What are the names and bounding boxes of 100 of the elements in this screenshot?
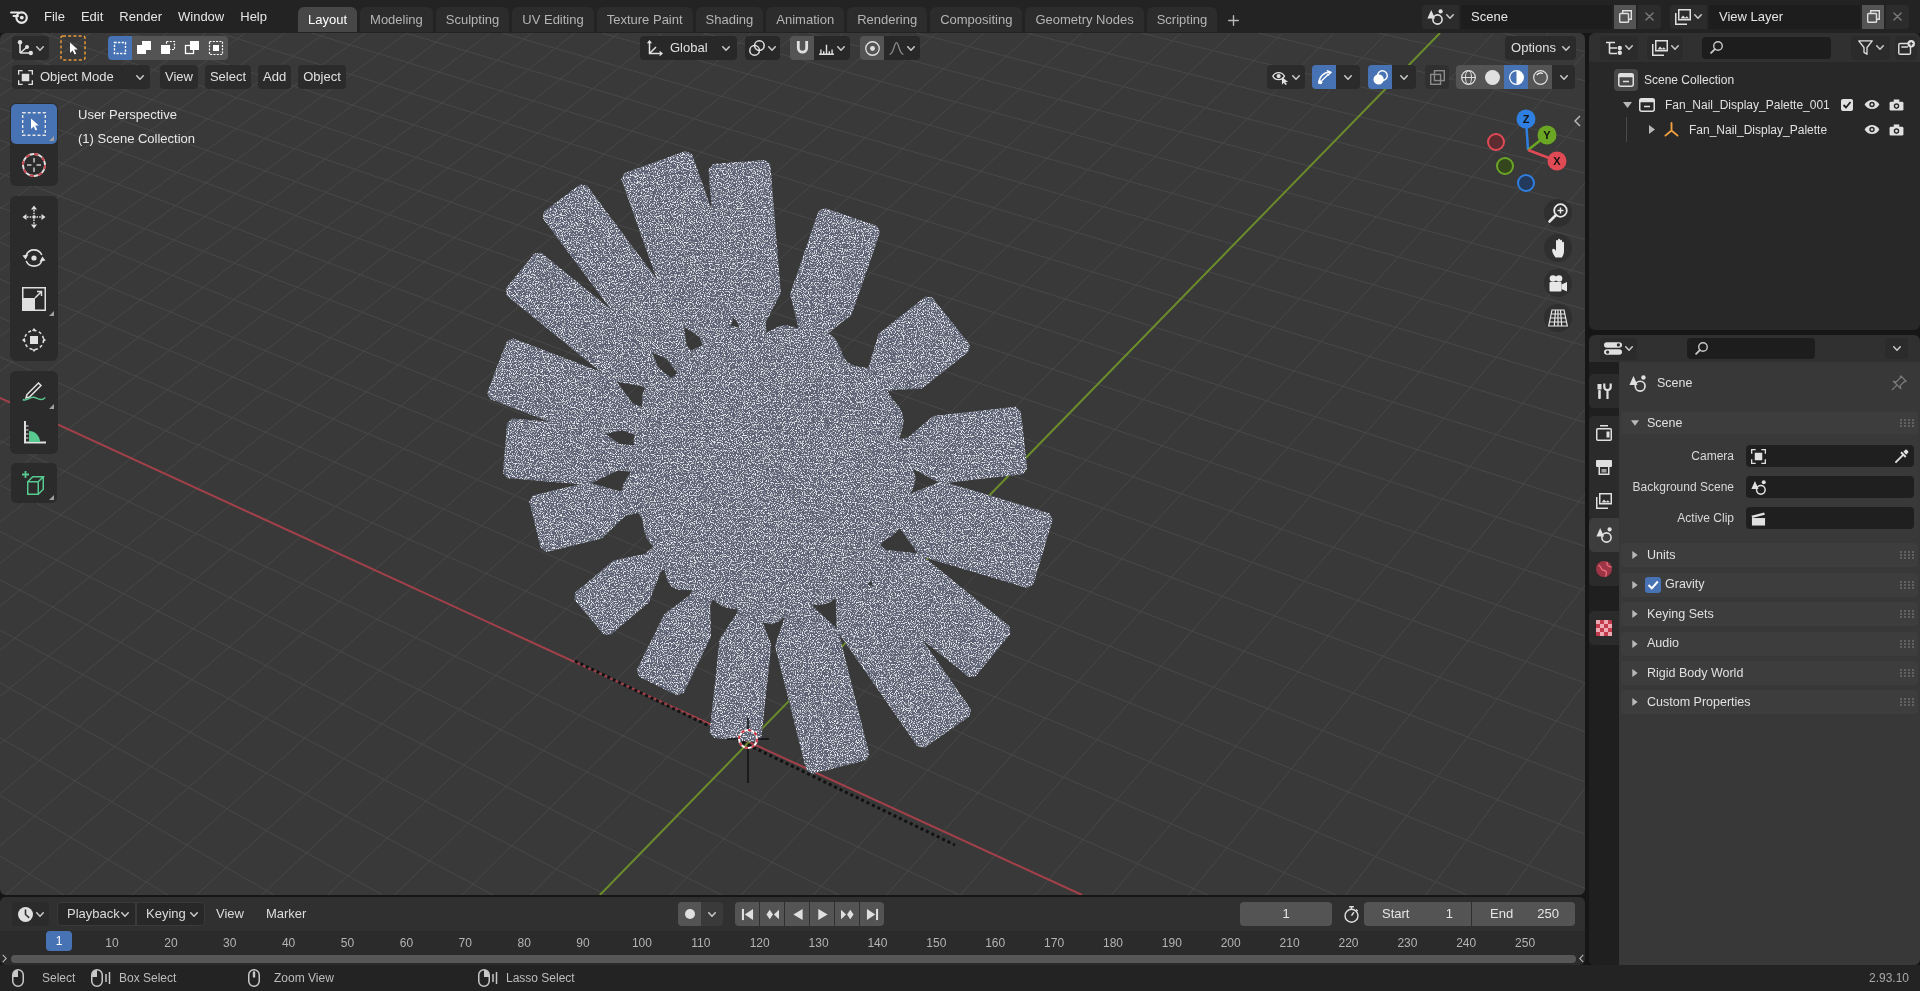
app-logo-icon[interactable] xyxy=(10,9,28,24)
view-layer-dropdown[interactable] xyxy=(1647,35,1683,60)
tree-item-label[interactable]: Scene Collection xyxy=(1644,70,1735,89)
pivot-point-dropdown[interactable] xyxy=(745,36,780,60)
object-field[interactable] xyxy=(1746,445,1914,467)
options-dropdown[interactable] xyxy=(1885,338,1908,359)
3d-viewport[interactable]: Global Options Object Mode View Select Add Object User Perspective (1) Scene Collection Z Y X xyxy=(0,33,1585,895)
gizmo-toggle[interactable] xyxy=(1312,65,1336,89)
gizmo-dropdown[interactable] xyxy=(1336,65,1360,89)
tree-item-label[interactable]: Fan_Nail_Display_Palette xyxy=(1689,120,1828,139)
start-frame-field[interactable]: Start 1 xyxy=(1364,902,1471,926)
editor-type-dropdown[interactable] xyxy=(1600,337,1637,360)
auto-keying-dropdown[interactable] xyxy=(701,902,723,926)
disclosure-triangle-icon[interactable] xyxy=(1622,101,1632,108)
menu-item[interactable]: File xyxy=(36,4,73,29)
interaction-mode-dropdown[interactable]: Object Mode xyxy=(12,65,150,89)
properties-tab[interactable] xyxy=(1589,518,1619,552)
negative-z-axis-handle[interactable] xyxy=(1517,174,1535,192)
menu-item[interactable]: Help xyxy=(232,4,275,29)
workspace-tab[interactable]: Modeling xyxy=(360,7,433,32)
movie-camera-icon[interactable] xyxy=(1544,269,1572,297)
panel-title[interactable]: Gravity xyxy=(1665,575,1705,595)
timeline-scrollbar[interactable] xyxy=(11,954,1576,963)
disclosure-triangle-icon[interactable] xyxy=(1631,668,1638,677)
properties-tab[interactable] xyxy=(1589,374,1619,408)
search-field[interactable] xyxy=(1687,338,1815,359)
clip-field[interactable] xyxy=(1746,507,1914,529)
panel-title[interactable]: Units xyxy=(1647,546,1676,565)
drag-handle-icon[interactable] xyxy=(1900,639,1914,648)
stopwatch-icon[interactable] xyxy=(1344,905,1359,923)
eye-icon[interactable] xyxy=(1864,99,1880,110)
shading-dropdown[interactable] xyxy=(1552,65,1575,89)
playback-button[interactable] xyxy=(860,902,884,926)
filter-dropdown[interactable] xyxy=(1851,35,1890,60)
drag-handle-icon[interactable] xyxy=(1900,419,1914,427)
z-axis-handle[interactable]: Z xyxy=(1516,109,1536,151)
drag-handle-icon[interactable] xyxy=(1900,551,1914,560)
x-axis-handle[interactable]: X xyxy=(1527,148,1567,171)
header-menu[interactable]: Select xyxy=(204,65,252,89)
menu-item[interactable]: Edit xyxy=(72,4,112,29)
xray-toggle[interactable] xyxy=(1425,65,1449,89)
eye-icon[interactable] xyxy=(1864,124,1880,135)
playback-button[interactable] xyxy=(760,902,784,926)
header-menu[interactable]: View xyxy=(160,65,198,89)
header-dropdown[interactable]: Playback xyxy=(57,902,136,926)
drag-handle-icon[interactable] xyxy=(1900,580,1914,589)
new-collection-button[interactable] xyxy=(1895,35,1917,60)
workspace-tab[interactable]: UV Editing xyxy=(512,7,594,32)
disclosure-triangle-icon[interactable] xyxy=(1631,610,1638,619)
drag-handle-icon[interactable] xyxy=(1900,610,1914,619)
dashed-square-icon[interactable] xyxy=(108,36,132,60)
close-button[interactable] xyxy=(1886,4,1909,29)
drag-handle-icon[interactable] xyxy=(1900,698,1914,707)
search-field[interactable] xyxy=(1702,36,1831,59)
header-menu[interactable]: Add xyxy=(258,65,292,89)
panel-title[interactable]: Keying Sets xyxy=(1647,604,1714,624)
editor-type-dropdown[interactable] xyxy=(12,36,49,60)
shading-mode-button[interactable] xyxy=(1504,65,1528,89)
negative-x-axis-handle[interactable] xyxy=(1487,133,1505,151)
copy-button[interactable] xyxy=(1614,4,1636,29)
header-menu[interactable]: View xyxy=(212,902,248,926)
camera-icon[interactable] xyxy=(1889,123,1904,136)
camera-icon[interactable] xyxy=(1889,98,1904,111)
copy-button[interactable] xyxy=(1862,4,1884,29)
menu-item[interactable]: Window xyxy=(170,4,233,29)
options-dropdown[interactable]: Options xyxy=(1505,36,1576,60)
snap-toggle[interactable] xyxy=(790,36,814,60)
display-mode-dropdown[interactable] xyxy=(1600,35,1638,60)
scene-name-field[interactable]: Scene xyxy=(1461,4,1612,29)
square-in-dashed-square-icon[interactable] xyxy=(204,36,228,60)
disclosure-triangle-icon[interactable] xyxy=(1649,125,1655,134)
disclosure-triangle-icon[interactable] xyxy=(1631,698,1638,707)
properties-tab[interactable] xyxy=(1589,611,1619,645)
panel-title[interactable]: Scene xyxy=(1647,413,1683,433)
magnifier-plus-icon[interactable] xyxy=(1544,199,1572,227)
disclosure-triangle-icon[interactable] xyxy=(1631,639,1638,648)
overlay-toggle[interactable] xyxy=(1368,65,1392,89)
chevron-left-icon[interactable] xyxy=(1579,954,1584,963)
scene-field[interactable] xyxy=(1746,476,1914,498)
panel-title[interactable]: Custom Properties xyxy=(1647,692,1751,712)
drag-handle-icon[interactable] xyxy=(1900,668,1914,677)
panel-title[interactable]: Rigid Body World xyxy=(1647,663,1744,683)
overlay-dropdown[interactable] xyxy=(1392,65,1416,89)
chevron-left-icon[interactable] xyxy=(1574,115,1581,127)
visibility-dropdown[interactable] xyxy=(1267,65,1305,89)
proportional-editing-toggle[interactable] xyxy=(860,36,884,60)
header-menu[interactable]: Marker xyxy=(261,902,311,926)
shading-mode-button[interactable] xyxy=(1456,65,1480,89)
workspace-tab[interactable]: Sculpting xyxy=(435,7,510,32)
disclosure-triangle-icon[interactable] xyxy=(1631,551,1638,560)
auto-keying-toggle[interactable] xyxy=(678,902,701,926)
playback-button[interactable] xyxy=(785,902,809,926)
workspace-tab[interactable]: Rendering xyxy=(847,7,928,32)
workspace-tab[interactable]: Animation xyxy=(766,7,845,32)
checkbox-icon[interactable] xyxy=(1841,98,1853,111)
workspace-tab[interactable]: Shading xyxy=(695,7,764,32)
chevron-right-icon[interactable] xyxy=(2,954,7,963)
workspace-tab[interactable]: Compositing xyxy=(930,7,1023,32)
playback-button[interactable] xyxy=(810,902,834,926)
select-box-icon[interactable] xyxy=(60,35,86,61)
